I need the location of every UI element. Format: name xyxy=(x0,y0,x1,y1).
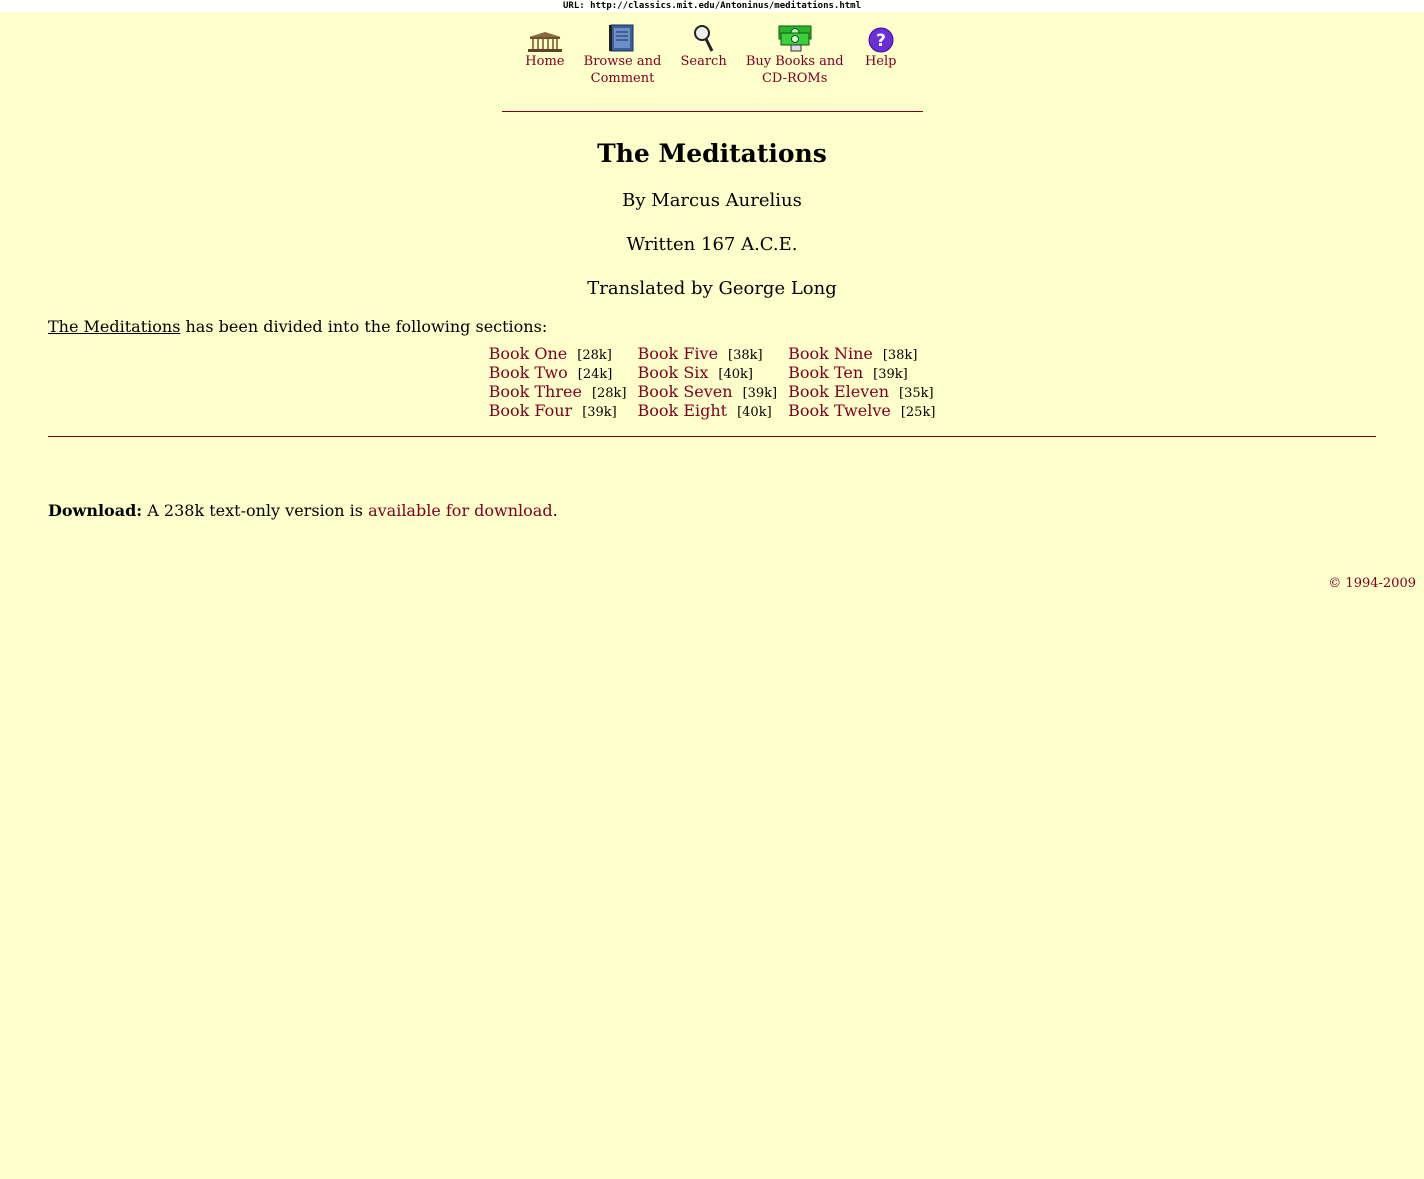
nav-label-search: Search xyxy=(680,54,727,69)
book-entry: Book Four [39k] xyxy=(489,401,627,420)
download-link[interactable]: available for download xyxy=(368,501,553,520)
book-nine-link[interactable]: Book Nine xyxy=(788,344,873,363)
book-entry: Book Three [28k] xyxy=(489,382,627,401)
book-entry: Book Ten [39k] xyxy=(788,363,935,382)
nav-label-buy: Buy Books and CD-ROMs xyxy=(745,54,844,86)
nav-label-help: Help xyxy=(864,54,897,69)
book-entry: Book Six [40k] xyxy=(638,363,778,382)
nav-browse[interactable]: Browse and Comment xyxy=(573,23,671,87)
book-icon xyxy=(604,23,640,53)
copyright-link[interactable]: © 1994-2009 xyxy=(1328,576,1416,591)
nav-home[interactable]: Home xyxy=(516,23,573,70)
svg-text:?: ? xyxy=(876,31,886,51)
book-column: Book One [28k] Book Two [24k] Book Three [2… xyxy=(489,344,627,420)
book-six-link[interactable]: Book Six xyxy=(638,363,709,382)
nav-help[interactable]: ? Help xyxy=(854,23,908,70)
top-divider xyxy=(501,111,923,112)
book-entry: Book Seven [39k] xyxy=(638,382,778,401)
book-entry: Book Twelve [25k] xyxy=(788,401,935,420)
book-entry: Book Eight [40k] xyxy=(638,401,778,420)
translator-line: Translated by George Long xyxy=(587,278,837,299)
temple-icon xyxy=(527,23,563,53)
book-entry: Book One [28k] xyxy=(489,344,627,363)
book-eight-link[interactable]: Book Eight xyxy=(638,401,728,420)
sections-intro: The Meditations has been divided into th… xyxy=(48,317,1424,337)
intro-text: has been divided into the following sect… xyxy=(180,317,548,336)
page-title: The Meditations xyxy=(597,139,827,168)
nav-label-browse: Browse and Comment xyxy=(583,54,662,86)
question-icon: ? xyxy=(863,23,899,53)
book-list: Book One [28k] Book Two [24k] Book Three [2… xyxy=(0,344,1424,420)
book-entry: Book Five [38k] xyxy=(638,344,778,363)
magnifier-icon xyxy=(686,23,722,53)
download-end: . xyxy=(552,501,558,520)
author-line: By Marcus Aurelius xyxy=(622,190,802,211)
download-label: Download: xyxy=(48,501,143,520)
book-ten-link[interactable]: Book Ten xyxy=(788,363,863,382)
book-size: [25k] xyxy=(900,405,936,420)
written-line: Written 167 A.C.E. xyxy=(626,234,798,255)
nav-buy[interactable]: Buy Books and CD-ROMs xyxy=(736,23,854,87)
money-icon xyxy=(777,23,813,53)
book-entry: Book Nine [38k] xyxy=(788,344,935,363)
book-seven-link[interactable]: Book Seven xyxy=(638,382,733,401)
section-divider xyxy=(48,436,1376,437)
book-one-link[interactable]: Book One xyxy=(489,344,568,363)
book-column: Book Nine [38k] Book Ten [39k] Book Eleven… xyxy=(788,344,935,420)
nav-search[interactable]: Search xyxy=(671,23,735,70)
book-size: [40k] xyxy=(737,405,772,420)
book-two-link[interactable]: Book Two xyxy=(489,363,568,382)
book-column: Book Five [38k] Book Six [40k] Book Seven[… xyxy=(638,344,778,420)
download-text: A 238k text-only version is xyxy=(142,501,369,520)
nav-label-home: Home xyxy=(525,54,565,69)
book-size: [39k] xyxy=(582,405,617,420)
download-notice: Download: A 238k text-only version is av… xyxy=(48,501,558,521)
site-nav: Home Browse and Comment Search Buy Books… xyxy=(0,23,1424,87)
url-bar: URL: http://classics.mit.edu/Antoninus/m… xyxy=(0,0,1424,12)
work-title: The Meditations xyxy=(48,317,181,336)
book-five-link[interactable]: Book Five xyxy=(638,344,719,363)
book-three-link[interactable]: Book Three xyxy=(489,382,582,401)
book-twelve-link[interactable]: Book Twelve xyxy=(788,401,891,420)
book-four-link[interactable]: Book Four xyxy=(489,401,573,420)
book-entry: Book Two [24k] xyxy=(489,363,627,382)
book-eleven-link[interactable]: Book Eleven xyxy=(788,382,889,401)
book-entry: Book Eleven [35k] xyxy=(788,382,935,401)
